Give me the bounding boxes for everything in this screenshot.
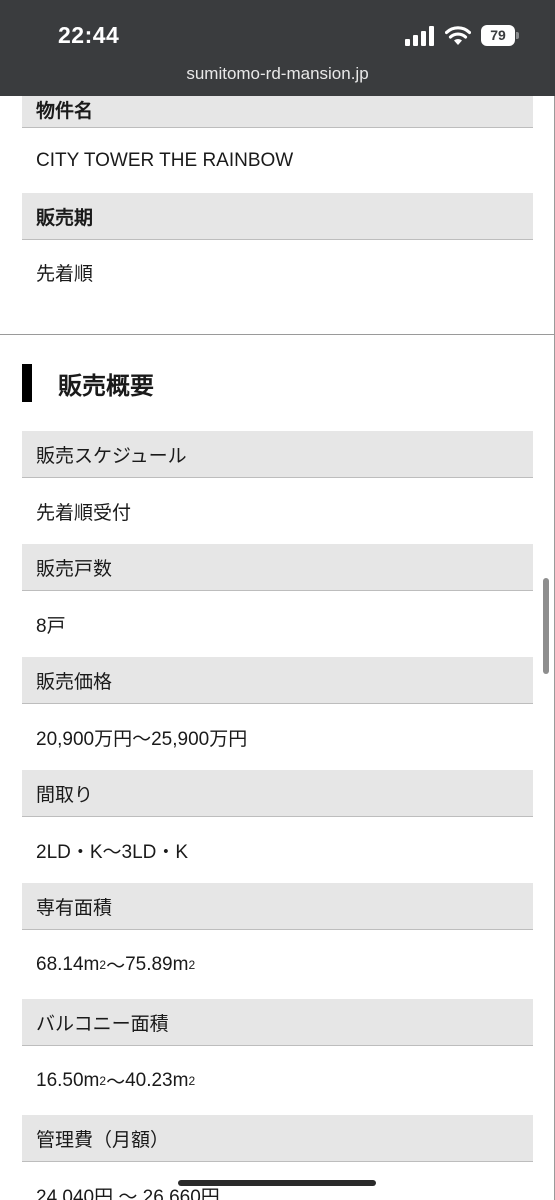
home-indicator[interactable] — [178, 1180, 376, 1186]
signal-icon — [405, 25, 434, 46]
wifi-icon — [445, 25, 471, 45]
section-heading-text: 販売概要 — [58, 372, 154, 400]
balcony-label: バルコニー面積 — [22, 999, 533, 1046]
page-content: 物件名 CITY TOWER THE RAINBOW 販売期 先着順 販売概要 … — [0, 96, 555, 1200]
area-from: 68.14m — [36, 953, 100, 975]
battery-icon: 79 — [481, 25, 519, 46]
balcony-sep: ～ — [106, 1072, 126, 1093]
area-label: 専有面積 — [22, 883, 533, 930]
status-icons: 79 — [405, 25, 519, 46]
price-label: 販売価格 — [22, 657, 533, 704]
property-name-value: CITY TOWER THE RAINBOW — [36, 149, 294, 171]
area-sep: ～ — [106, 956, 126, 977]
schedule-label: 販売スケジュール — [22, 431, 533, 478]
section-heading: 販売概要 — [0, 335, 555, 431]
area-value: 68.14m 2 ～ 75.89m 2 — [22, 930, 533, 999]
area-to: 75.89m — [125, 953, 189, 975]
units-value: 8戸 — [36, 615, 66, 637]
management-fee-label: 管理費（月額） — [22, 1115, 533, 1162]
status-time: 22:44 — [58, 22, 120, 48]
layout-label: 間取り — [22, 770, 533, 817]
url-bar[interactable]: sumitomo-rd-mansion.jp — [0, 64, 555, 84]
units-label: 販売戸数 — [22, 544, 533, 591]
price-value: 20,900万円～25,900万円 — [36, 728, 248, 750]
property-name-label: 物件名 — [22, 96, 533, 128]
section-heading-bar — [22, 364, 32, 402]
layout-value: 2LD・K～3LD・K — [36, 841, 189, 863]
sales-period-label: 販売期 — [22, 193, 533, 240]
schedule-value: 先着順受付 — [36, 502, 132, 524]
balcony-to: 40.23m — [125, 1069, 189, 1091]
status-bar: 22:44 79 sumitomo-rd-mansion.jp — [0, 0, 555, 96]
sales-period-value: 先着順 — [36, 264, 94, 285]
scrollbar-thumb[interactable] — [543, 578, 549, 674]
balcony-from: 16.50m — [36, 1069, 100, 1091]
balcony-value: 16.50m 2 ～ 40.23m 2 — [22, 1046, 533, 1115]
